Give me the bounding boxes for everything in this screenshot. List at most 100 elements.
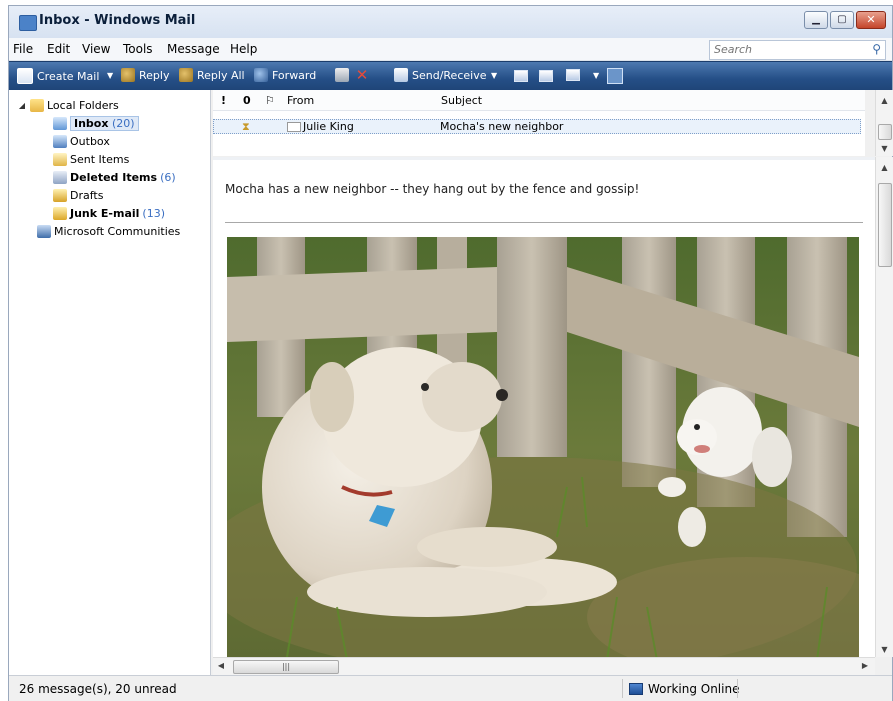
forward-button[interactable]: Forward (254, 68, 316, 82)
folder-inbox[interactable]: Inbox (20) (53, 114, 139, 132)
reply-all-label: Reply All (197, 68, 245, 82)
scroll-up-arrow-icon[interactable]: ▲ (876, 96, 893, 105)
outbox-icon (53, 134, 67, 148)
message-body-text: Mocha has a new neighbor -- they hang ou… (225, 182, 640, 196)
window-title: Inbox - Windows Mail (39, 13, 196, 28)
message-list-scrollbar[interactable]: ▲ ▼ (875, 90, 893, 156)
reply-all-button[interactable]: Reply All (179, 68, 245, 82)
folder-local-folders[interactable]: ◢ Local Folders (17, 96, 119, 114)
folder-label: Inbox (74, 116, 109, 130)
folder-label: Junk E-mail (70, 206, 140, 220)
message-from: Julie King (287, 120, 354, 133)
sent-items-icon (53, 152, 67, 166)
scrollbar-thumb[interactable] (878, 183, 892, 267)
print-button[interactable] (335, 68, 349, 82)
preview-horizontal-scrollbar[interactable]: ◀ ||| ▶ (213, 657, 875, 675)
delete-icon: ✕ (355, 66, 369, 84)
menu-message[interactable]: Message (167, 42, 220, 56)
from-text: Julie King (303, 120, 354, 133)
photo-svg (227, 237, 859, 660)
send-receive-label: Send/Receive (412, 68, 487, 82)
column-flag[interactable]: ⚐ (265, 94, 275, 107)
communities-icon (37, 224, 51, 238)
junk-email-icon (53, 206, 67, 220)
drafts-icon (53, 188, 67, 202)
unread-count: (20) (111, 116, 135, 130)
folder-inbox-selected: Inbox (20) (70, 115, 139, 131)
menu-view[interactable]: View (82, 42, 110, 56)
scroll-down-arrow-icon[interactable]: ▼ (876, 144, 893, 153)
layout-button[interactable] (607, 68, 623, 84)
unread-count: (13) (142, 206, 165, 220)
column-subject[interactable]: Subject (441, 94, 482, 107)
menu-file[interactable]: File (13, 42, 33, 56)
folder-label: Local Folders (47, 98, 119, 112)
unread-count: (6) (160, 170, 176, 184)
connection-label: Working Online (648, 682, 740, 696)
folder-deleted-items[interactable]: Deleted Items (6) (53, 168, 176, 186)
layout-icon (607, 68, 623, 84)
find-button[interactable] (539, 70, 553, 82)
message-row[interactable]: ⧗ Julie King Mocha's new neighbor (213, 119, 861, 134)
find-icon (539, 70, 553, 82)
menu-tools[interactable]: Tools (123, 42, 153, 56)
menu-bar: File Edit View Tools Message Help ⚲ (9, 38, 892, 61)
delete-button[interactable]: ✕ (355, 66, 369, 84)
scroll-right-arrow-icon[interactable]: ▶ (859, 661, 871, 670)
folder-drafts[interactable]: Drafts (53, 186, 103, 204)
folder-sent-items[interactable]: Sent Items (53, 150, 129, 168)
folder-list-dropdown-icon[interactable]: ▼ (593, 71, 599, 80)
create-mail-label: Create Mail (37, 69, 100, 83)
reply-label: Reply (139, 68, 170, 82)
addresses-button[interactable] (514, 70, 528, 82)
folder-junk-email[interactable]: Junk E-mail (13) (53, 204, 165, 222)
title-bar: Inbox - Windows Mail ▁ ▢ ✕ (9, 6, 892, 38)
preview-pane: Mocha has a new neighbor -- they hang ou… (213, 157, 875, 660)
toolbar: Create Mail ▼ Reply Reply All Forward ✕ … (9, 61, 892, 90)
folder-label: Outbox (70, 134, 110, 148)
search-input[interactable] (710, 41, 858, 57)
print-icon (335, 68, 349, 82)
reply-all-icon (179, 68, 193, 82)
message-subject: Mocha's new neighbor (440, 120, 564, 133)
inbox-icon (53, 116, 67, 130)
scrollbar-thumb[interactable]: ||| (233, 660, 339, 674)
divider (225, 222, 863, 223)
network-monitor-icon (629, 683, 643, 695)
folder-label: Deleted Items (70, 170, 158, 184)
message-list-header: ! 0 ⚐ From Subject (213, 90, 865, 111)
menu-help[interactable]: Help (230, 42, 257, 56)
status-divider (622, 679, 623, 698)
send-receive-dropdown-icon[interactable]: ▼ (491, 71, 497, 80)
column-importance[interactable]: ! (221, 94, 226, 107)
minimize-button[interactable]: ▁ (804, 11, 828, 29)
scrollbar-thumb[interactable] (878, 124, 892, 140)
reply-icon (121, 68, 135, 82)
preview-scrollbar[interactable]: ▲ ▼ (875, 157, 893, 657)
column-from[interactable]: From (287, 94, 314, 107)
scroll-left-arrow-icon[interactable]: ◀ (215, 661, 227, 670)
status-divider (737, 679, 738, 698)
search-icon[interactable]: ⚲ (872, 42, 881, 56)
scroll-down-arrow-icon[interactable]: ▼ (876, 645, 893, 654)
create-mail-dropdown-icon[interactable]: ▼ (107, 71, 113, 80)
column-attachment[interactable]: 0 (243, 94, 251, 107)
contacts-icon (514, 70, 528, 82)
windows-mail-icon (19, 15, 37, 31)
folder-label: Drafts (70, 188, 104, 202)
scroll-up-arrow-icon[interactable]: ▲ (876, 163, 893, 172)
folder-microsoft-communities[interactable]: Microsoft Communities (37, 222, 180, 240)
connection-status: Working Online (629, 682, 739, 696)
folder-outbox[interactable]: Outbox (53, 132, 110, 150)
status-bar: 26 message(s), 20 unread Working Online (9, 675, 892, 701)
menu-edit[interactable]: Edit (47, 42, 70, 56)
create-mail-button[interactable]: Create Mail (17, 68, 99, 84)
send-receive-button[interactable]: Send/Receive (394, 68, 486, 82)
collapse-arrow-icon[interactable]: ◢ (17, 101, 27, 110)
folder-list-button[interactable] (566, 69, 580, 81)
windows-mail-window: Inbox - Windows Mail ▁ ▢ ✕ File Edit Vie… (8, 5, 893, 701)
close-button[interactable]: ✕ (856, 11, 886, 29)
maximize-button[interactable]: ▢ (830, 11, 854, 29)
message-list: ! 0 ⚐ From Subject ⧗ Julie King Mocha's … (213, 90, 865, 156)
reply-button[interactable]: Reply (121, 68, 169, 82)
